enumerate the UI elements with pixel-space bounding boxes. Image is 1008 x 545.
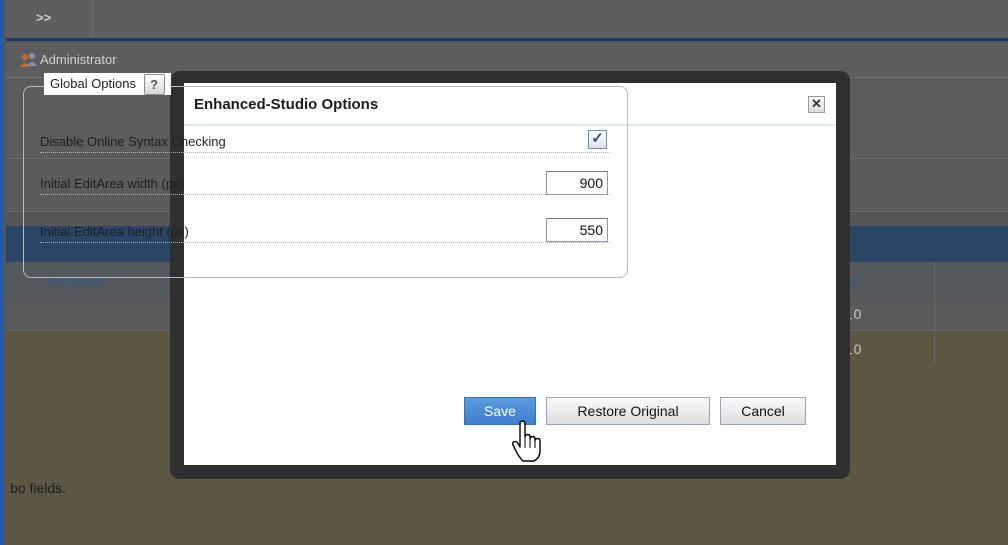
checkbox-check-icon: ✓ (591, 130, 604, 147)
left-accent-rule (0, 0, 3, 545)
option-row-height: Initial EditArea height (px) (40, 222, 610, 243)
nav-toggle-cell[interactable]: >> (6, 0, 93, 36)
user-name: Administrator (40, 52, 117, 67)
option-row-width: Initial EditArea width (px) (40, 174, 610, 195)
editarea-height-label: Initial EditArea height (px) (40, 224, 189, 239)
hand-cursor-icon (512, 420, 541, 462)
help-icon[interactable]: ? (143, 74, 165, 96)
syntax-checking-checkbox[interactable]: ✓ (588, 130, 607, 149)
combo-fields-note: bo fields. (10, 480, 67, 496)
close-icon[interactable]: ✕ (808, 96, 825, 113)
group-label: Global Options (50, 76, 136, 91)
restore-original-button[interactable]: Restore Original (546, 397, 710, 425)
column-divider (934, 262, 935, 300)
editarea-width-label: Initial EditArea width (px) (40, 176, 184, 191)
nav-bar-strip (92, 5, 1008, 36)
group-legend: Global Options ? (44, 73, 171, 96)
users-icon (20, 53, 37, 67)
nav-expand-toggle[interactable]: >> (36, 10, 51, 25)
editarea-width-input[interactable] (546, 171, 608, 195)
editarea-height-input[interactable] (546, 218, 608, 242)
syntax-checking-label: Disable Online Syntax Checking (40, 134, 226, 149)
column-divider (934, 300, 935, 365)
option-row-syntax: Disable Online Syntax Checking (40, 132, 610, 153)
cancel-button[interactable]: Cancel (720, 397, 806, 425)
